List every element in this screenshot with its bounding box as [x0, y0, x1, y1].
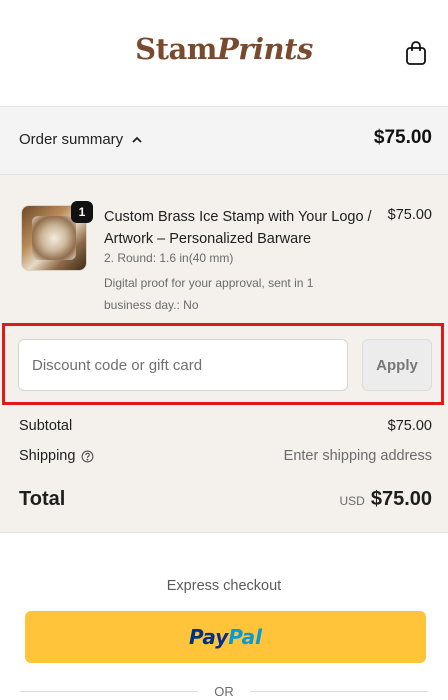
order-summary-content: 1 Custom Brass Ice Stamp with Your Logo … [0, 175, 448, 533]
summary-total: $75.00 [373, 127, 432, 148]
product-variant: 2. Round: 1.6 in(40 mm) [104, 251, 234, 265]
site-header: StamPrints [0, 0, 448, 107]
product-note: Digital proof for your approval, sent in… [104, 276, 314, 312]
logo[interactable]: StamPrints [0, 32, 448, 66]
currency-code: USD [339, 494, 365, 508]
product-title: Custom Brass Ice Stamp with Your Logo / … [104, 209, 372, 247]
paypal-button[interactable]: PayPal [25, 611, 426, 663]
logo-prefix: Stam [135, 32, 217, 66]
apply-discount-button[interactable]: Apply [362, 339, 432, 391]
discount-code-input[interactable] [18, 339, 348, 391]
divider-rule-left [20, 691, 199, 692]
subtotal-row: Subtotal $75.00 [19, 418, 432, 434]
subtotal-value: $75.00 [387, 418, 432, 434]
shipping-label: Shipping [19, 448, 76, 464]
order-summary-toggle[interactable]: Order summary [19, 131, 143, 148]
order-summary-bar[interactable]: Order summary $75.00 [0, 107, 448, 175]
total-label: Total [19, 488, 66, 510]
or-divider: OR [20, 684, 428, 699]
paypal-logo: PayPal [188, 625, 263, 649]
shopping-bag-icon[interactable] [404, 40, 428, 66]
ice-cube-image [32, 216, 76, 260]
total-value: $75.00 [370, 488, 432, 510]
logo-script: Prints [216, 32, 313, 66]
express-checkout-label: Express checkout [166, 578, 282, 594]
subtotal-label: Subtotal [19, 418, 73, 434]
or-label: OR [214, 684, 234, 699]
total-row: Total USD $75.00 [19, 488, 432, 511]
chevron-up-icon [132, 136, 142, 143]
shipping-value: Enter shipping address [283, 448, 432, 464]
product-price: $75.00 [387, 207, 432, 223]
divider-rule-right [249, 691, 428, 692]
order-summary-label: Order summary [19, 131, 124, 148]
quantity-badge: 1 [71, 201, 93, 223]
shipping-row: Shipping Enter shipping address [19, 448, 432, 464]
help-circle-icon[interactable] [81, 450, 94, 463]
